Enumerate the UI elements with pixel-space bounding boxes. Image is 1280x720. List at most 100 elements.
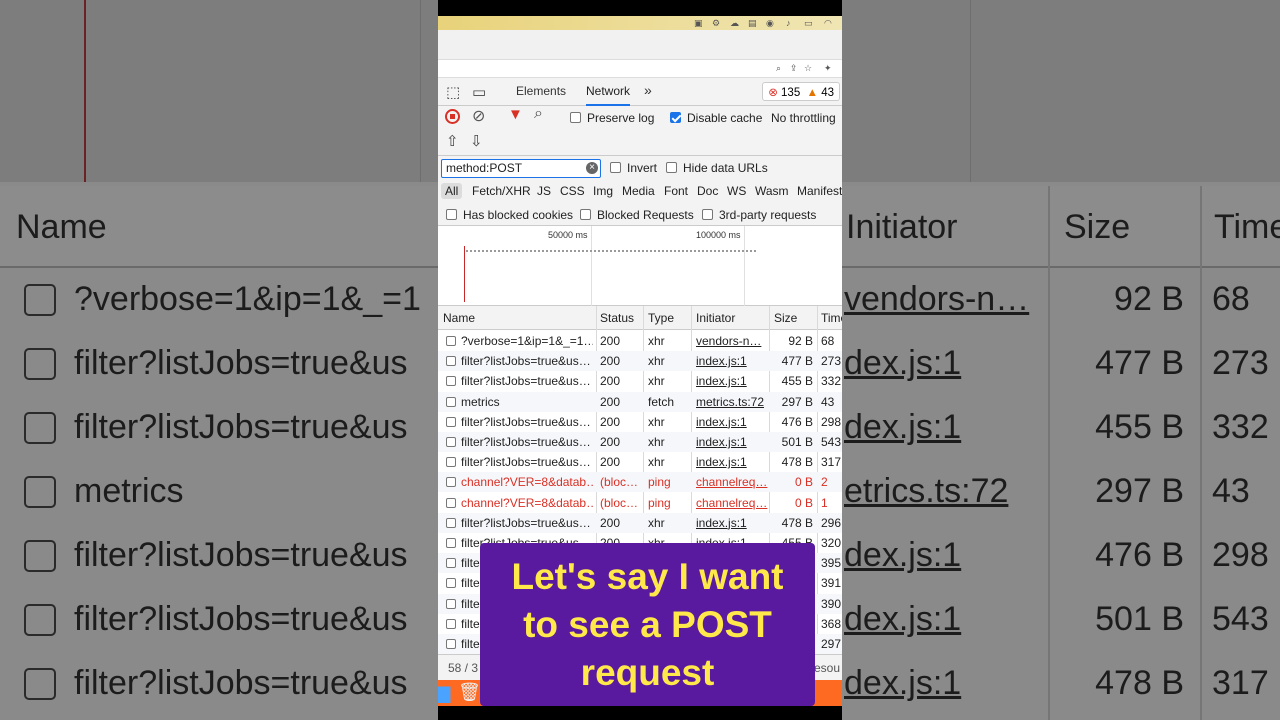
type-manifest[interactable]: Manifest xyxy=(793,183,842,199)
request-name[interactable]: filter?listJobs=true&us… xyxy=(461,354,593,368)
type-fetch-xhr[interactable]: Fetch/XHR xyxy=(468,183,535,199)
request-name[interactable]: filter?listJobs=true&us… xyxy=(461,415,593,429)
request-name[interactable]: channel?VER=8&datab… xyxy=(461,496,593,510)
disable-cache-checkbox[interactable]: Disable cache xyxy=(670,111,762,125)
type-ws[interactable]: WS xyxy=(723,183,750,199)
request-initiator[interactable]: metrics.ts:72 xyxy=(696,395,768,409)
type-font[interactable]: Font xyxy=(660,183,692,199)
request-row-checkbox[interactable] xyxy=(446,416,456,427)
column-name[interactable]: Name xyxy=(443,311,475,325)
network-overview-timeline[interactable]: 50000 ms 100000 ms xyxy=(438,226,842,306)
column-initiator[interactable]: Initiator xyxy=(696,311,735,325)
device-toolbar-icon[interactable]: ▭ xyxy=(472,83,486,101)
type-doc[interactable]: Doc xyxy=(693,183,722,199)
request-initiator[interactable]: vendors-n… xyxy=(696,334,768,348)
request-row[interactable]: filter?listJobs=true&us… 200 xhr index.js:1… xyxy=(438,512,842,533)
request-row[interactable]: metrics 200 fetch metrics.ts:72 297 B 43 xyxy=(438,391,842,412)
import-har-icon[interactable]: ⇧ xyxy=(446,132,459,150)
request-row[interactable]: channel?VER=8&datab… (bloc… ping channelreq… xyxy=(438,472,842,493)
column-size[interactable]: Size xyxy=(774,311,797,325)
checkbox[interactable] xyxy=(702,209,713,220)
request-name[interactable]: filter?listJobs=true&us… xyxy=(461,374,593,388)
type-wasm[interactable]: Wasm xyxy=(751,183,793,199)
clear-icon[interactable]: ⊘ xyxy=(472,106,485,126)
request-initiator[interactable]: channelreq… xyxy=(696,496,768,510)
request-row[interactable]: filter?listJobs=true&us… 200 xhr index.js:1… xyxy=(438,432,842,452)
zoom-icon[interactable]: ⌕ xyxy=(776,63,781,74)
type-media[interactable]: Media xyxy=(618,183,659,199)
request-row[interactable]: filter?listJobs=true&us… 200 xhr index.js:1… xyxy=(438,371,842,391)
bookmark-star-icon[interactable]: ☆ xyxy=(804,63,812,74)
tab-elements[interactable]: Elements xyxy=(516,84,566,98)
checkbox[interactable] xyxy=(446,209,457,220)
search-icon[interactable]: ⌕ xyxy=(534,105,543,123)
type-all[interactable]: All xyxy=(441,183,463,199)
hide-data-urls-checkbox[interactable]: Hide data URLs xyxy=(666,161,768,175)
request-row[interactable]: filter?listJobs=true&us… 200 xhr index.js:1… xyxy=(438,452,842,472)
more-tabs-icon[interactable]: » xyxy=(644,82,652,98)
export-har-icon[interactable]: ⇩ xyxy=(470,132,483,150)
finder-icon[interactable]: ▇ xyxy=(438,684,450,704)
request-row-checkbox[interactable] xyxy=(446,336,456,346)
request-row-checkbox[interactable] xyxy=(446,457,456,468)
request-initiator[interactable]: index.js:1 xyxy=(696,374,768,388)
request-row-checkbox[interactable] xyxy=(446,376,456,387)
checkbox[interactable] xyxy=(570,112,581,123)
third-party-requests-checkbox[interactable]: 3rd-party requests xyxy=(702,208,816,222)
request-row-checkbox[interactable] xyxy=(446,517,456,528)
share-icon[interactable]: ⇪ xyxy=(790,63,798,74)
request-initiator[interactable]: index.js:1 xyxy=(696,435,768,449)
request-row-checkbox[interactable] xyxy=(446,618,456,629)
has-blocked-cookies-checkbox[interactable]: Has blocked cookies xyxy=(446,208,573,222)
request-name[interactable]: ?verbose=1&ip=1&_=1… xyxy=(461,334,593,348)
filter-funnel-icon[interactable]: ▼ xyxy=(508,106,523,123)
type-js[interactable]: JS xyxy=(533,183,555,199)
request-row[interactable]: filter?listJobs=true&us… 200 xhr index.js:1… xyxy=(438,412,842,432)
request-row[interactable]: ?verbose=1&ip=1&_=1… 200 xhr vendors-n… 92 B… xyxy=(438,331,842,351)
request-name[interactable]: filter?listJobs=true&us… xyxy=(461,435,593,449)
request-row-checkbox[interactable] xyxy=(446,396,456,407)
column-type[interactable]: Type xyxy=(648,311,674,325)
request-name[interactable]: metrics xyxy=(461,395,593,409)
inspect-element-icon[interactable]: ⬚ xyxy=(446,83,460,101)
extension-icon[interactable]: ✦ xyxy=(824,63,832,74)
throttling-select[interactable]: No throttling xyxy=(771,111,836,125)
column-status[interactable]: Status xyxy=(600,311,634,325)
request-name[interactable]: filter?listJobs=true&us… xyxy=(461,516,593,530)
request-name[interactable]: channel?VER=8&datab… xyxy=(461,475,593,489)
request-row-checkbox[interactable] xyxy=(446,497,456,508)
clear-filter-icon[interactable]: × xyxy=(586,162,598,174)
checkbox[interactable] xyxy=(666,162,677,173)
preserve-log-checkbox[interactable]: Preserve log xyxy=(570,111,654,125)
browser-address-bar[interactable]: ⌕ ⇪ ☆ ✦ xyxy=(438,60,842,78)
checkbox[interactable] xyxy=(610,162,621,173)
checkbox[interactable] xyxy=(580,209,591,220)
type-img[interactable]: Img xyxy=(589,183,617,199)
column-time[interactable]: Time xyxy=(821,311,842,325)
request-row-checkbox[interactable] xyxy=(446,598,456,609)
request-initiator[interactable]: index.js:1 xyxy=(696,415,768,429)
request-initiator[interactable]: index.js:1 xyxy=(696,455,768,469)
request-row-checkbox[interactable] xyxy=(446,639,456,649)
request-row[interactable]: channel?VER=8&datab… (bloc… ping channelreq… xyxy=(438,493,842,513)
request-row-checkbox[interactable] xyxy=(446,356,456,367)
request-initiator[interactable]: channelreq… xyxy=(696,475,768,489)
trash-icon[interactable]: 🗑 xyxy=(458,682,481,703)
request-initiator[interactable]: index.js:1 xyxy=(696,354,768,368)
request-row-checkbox[interactable] xyxy=(446,558,456,569)
request-row-checkbox[interactable] xyxy=(446,578,456,589)
tab-network[interactable]: Network xyxy=(586,84,631,106)
request-row-checkbox[interactable] xyxy=(446,477,456,488)
blocked-requests-checkbox[interactable]: Blocked Requests xyxy=(580,208,694,222)
type-css[interactable]: CSS xyxy=(556,183,589,199)
request-initiator[interactable]: index.js:1 xyxy=(696,516,768,530)
request-row-checkbox[interactable] xyxy=(446,437,456,447)
record-stop-icon[interactable] xyxy=(445,109,460,124)
filter-input[interactable]: method:POST xyxy=(441,159,601,178)
request-row[interactable]: filter?listJobs=true&us… 200 xhr index.js:1… xyxy=(438,351,842,372)
checkbox[interactable] xyxy=(670,112,681,123)
request-name[interactable]: filter?listJobs=true&us… xyxy=(461,455,593,469)
request-row-checkbox[interactable] xyxy=(446,538,456,548)
console-counts[interactable]: ⊗ 135 ▲ 43 xyxy=(762,82,840,101)
invert-checkbox[interactable]: Invert xyxy=(610,161,657,175)
